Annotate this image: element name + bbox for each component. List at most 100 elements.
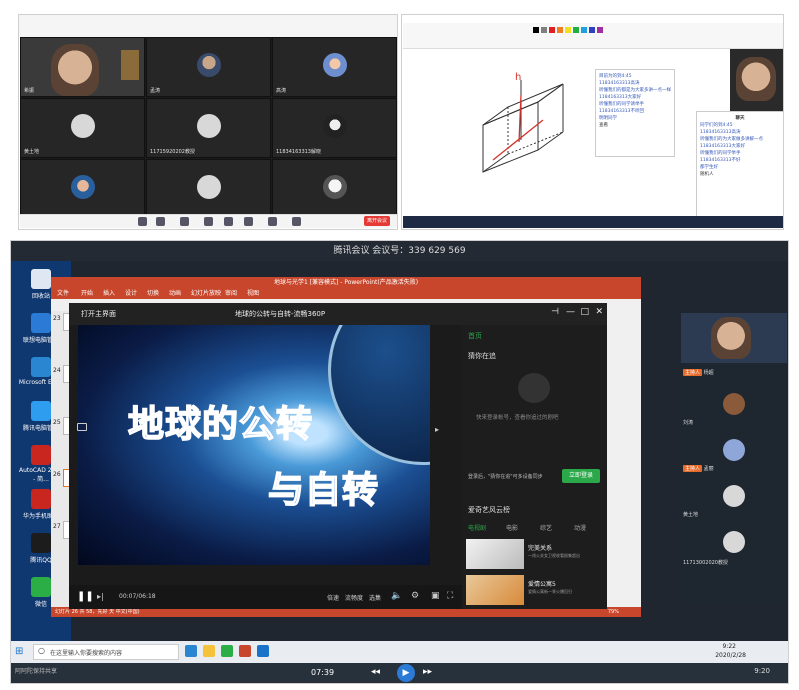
pip-icon[interactable]: ▣ xyxy=(431,591,440,601)
open-main-button[interactable]: 打开主界面 xyxy=(81,309,116,319)
chat-message: 11834163313高涛 xyxy=(700,130,741,135)
participant-tile[interactable] xyxy=(20,159,145,219)
meeting-taskbar-icon[interactable] xyxy=(257,645,269,657)
fullscreen-icon[interactable]: ⛶ xyxy=(447,591,453,601)
rewind-icon[interactable]: ◂◂ xyxy=(371,667,380,677)
participant-sidebar: 主持人 杨超 刘涛 主持人 孟丽 黄土地 11713002020教授 xyxy=(681,313,787,603)
participant-tile[interactable]: 希振 xyxy=(20,37,145,97)
share-screen-icon[interactable] xyxy=(180,217,189,226)
color-swatch[interactable] xyxy=(597,27,603,33)
participant-tile[interactable]: 11715920202教授 xyxy=(146,98,271,158)
explorer-taskbar-icon[interactable] xyxy=(203,645,215,657)
mic-icon[interactable] xyxy=(138,217,147,226)
cloud-list-heading: 爱奇艺风云榜 xyxy=(468,506,510,514)
paint-canvas[interactable]: h xyxy=(403,50,728,218)
ppt-zoom[interactable]: 79% xyxy=(608,607,619,617)
participant-item[interactable]: 主持人 孟丽 xyxy=(681,437,787,477)
avatar xyxy=(723,485,745,507)
chat-message: 明明同学 xyxy=(599,116,617,121)
category-tab[interactable]: 电视剧 xyxy=(468,523,486,532)
cube-drawing: h xyxy=(482,72,564,173)
settings-icon[interactable] xyxy=(268,217,277,226)
slide-number: 27 xyxy=(53,523,61,530)
participant-item[interactable]: 刘涛 xyxy=(681,391,787,431)
color-swatch[interactable] xyxy=(581,27,587,33)
recommend-panel: 首页 猜你在追 快来登录帐号，查看你追过的剧吧 登录后，"猜你在追"可多设备同步… xyxy=(462,325,607,609)
ppt-tab[interactable]: 开始 xyxy=(81,289,93,299)
participant-item[interactable]: 黄土地 xyxy=(681,483,787,523)
host-video xyxy=(51,44,99,96)
color-swatch[interactable] xyxy=(549,27,555,33)
video-caption-line1: 地球的公转 xyxy=(127,403,314,446)
participant-item[interactable]: 11713002020教授 xyxy=(681,529,787,573)
participant-name: 11834163313解晓 xyxy=(276,149,321,155)
windows-start-icon[interactable]: ⊞ xyxy=(15,646,23,657)
rec-thumbnail xyxy=(466,575,524,605)
taskbar-date: 2020/2/28 xyxy=(715,652,746,659)
more-icon[interactable] xyxy=(292,217,301,226)
rec-item[interactable]: 爱情公寓5 爱情公寓新一季火爆回归 xyxy=(466,575,603,605)
ppt-tab[interactable]: 视图 xyxy=(247,289,259,299)
chat-message: 1184163313大家好 xyxy=(599,95,642,100)
participant-tile[interactable]: 11834163313解晓 xyxy=(272,98,397,158)
participant-tile[interactable]: 孟涛 xyxy=(146,37,271,97)
close-icon[interactable]: ✕ xyxy=(595,307,603,317)
video-frame[interactable]: 地球的公转 与自转 xyxy=(78,325,430,565)
color-swatch[interactable] xyxy=(541,27,547,33)
episodes-button[interactable]: 选集 xyxy=(369,593,381,602)
maximize-icon[interactable]: □ xyxy=(580,307,589,317)
speed-button[interactable]: 倍速 xyxy=(327,593,339,602)
avatar xyxy=(196,175,221,199)
ppt-tab[interactable]: 文件 xyxy=(57,289,69,299)
category-tab[interactable]: 电影 xyxy=(506,523,518,532)
settings-icon[interactable]: ⚙ xyxy=(411,591,419,601)
participant-item[interactable]: 主持人 杨超 xyxy=(681,365,787,387)
video-caption-line2: 与自转 xyxy=(267,469,380,512)
forward-icon[interactable]: ▸▸ xyxy=(423,667,432,677)
drawing-label: h xyxy=(515,72,521,83)
autocad-icon xyxy=(31,445,51,465)
chat-icon[interactable] xyxy=(224,217,233,226)
screenshot-icon[interactable] xyxy=(77,423,87,431)
color-swatch[interactable] xyxy=(573,27,579,33)
pin-icon[interactable]: ⊣ xyxy=(551,307,559,317)
participant-tile[interactable]: 高涛 xyxy=(272,37,397,97)
ppt-tab[interactable]: 动画 xyxy=(169,289,181,299)
camera-icon[interactable] xyxy=(156,217,165,226)
quality-button[interactable]: 流畅度 xyxy=(345,593,363,602)
ppt-tab[interactable]: 设计 xyxy=(125,289,137,299)
pause-icon[interactable]: ❚❚ xyxy=(77,591,94,602)
avatar xyxy=(723,531,745,553)
color-swatch[interactable] xyxy=(557,27,563,33)
rec-item[interactable]: 完美关系 一线公关女卫视收看剧集超出 xyxy=(466,539,603,569)
category-tab[interactable]: 动漫 xyxy=(574,523,586,532)
next-icon[interactable]: ▸| xyxy=(97,592,104,601)
color-swatch[interactable] xyxy=(589,27,595,33)
color-swatch[interactable] xyxy=(533,27,539,33)
wechat-taskbar-icon[interactable] xyxy=(221,645,233,657)
login-button[interactable]: 立即登录 xyxy=(562,469,600,483)
search-box[interactable]: ○ 在这里输入你要搜索的内容 xyxy=(33,644,179,660)
participant-tile[interactable] xyxy=(146,159,271,219)
leave-meeting-button[interactable]: 离开会议 xyxy=(363,216,390,226)
members-icon[interactable] xyxy=(204,217,213,226)
ppt-tab[interactable]: 插入 xyxy=(103,289,115,299)
ppt-tab[interactable]: 切换 xyxy=(147,289,159,299)
participant-name: 杨超 xyxy=(703,370,714,376)
participant-tile[interactable] xyxy=(272,159,397,219)
expand-panel-icon[interactable]: ▸ xyxy=(435,425,439,434)
volume-icon[interactable]: 🔈 xyxy=(391,591,402,601)
ppt-tab[interactable]: 幻灯片放映 xyxy=(191,289,221,299)
edge-taskbar-icon[interactable] xyxy=(185,645,197,657)
powerpoint-taskbar-icon[interactable] xyxy=(239,645,251,657)
avatar xyxy=(322,53,347,77)
category-tab[interactable]: 综艺 xyxy=(540,523,552,532)
color-swatch[interactable] xyxy=(565,27,571,33)
tab-home[interactable]: 首页 xyxy=(468,331,482,341)
ppt-tab[interactable]: 审阅 xyxy=(225,289,237,299)
avatar xyxy=(723,393,745,415)
participant-tile[interactable]: 黄土地 xyxy=(20,98,145,158)
play-icon[interactable]: ▶ xyxy=(397,664,415,682)
minimize-icon[interactable]: — xyxy=(566,307,575,317)
record-icon[interactable] xyxy=(244,217,253,226)
